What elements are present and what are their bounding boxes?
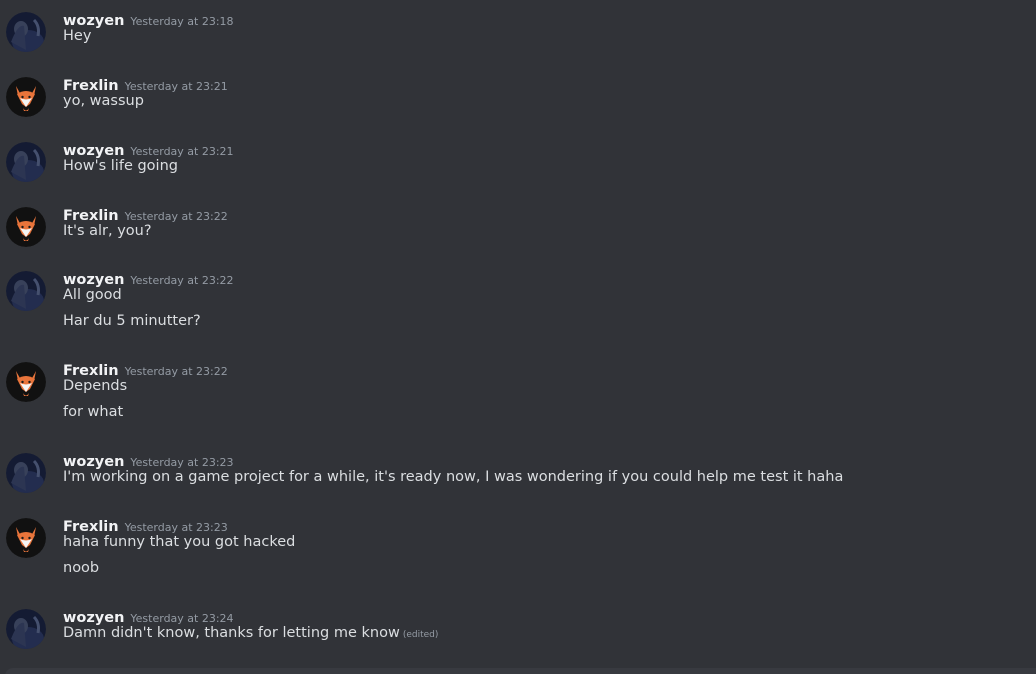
- edited-label: (edited): [402, 630, 439, 640]
- message-group: wozyen Yesterday at 23:21 How's life goin…: [0, 135, 1036, 185]
- message-text: It's alr, you?: [63, 223, 152, 239]
- message-group: wozyen Yesterday at 23:24 Damn didn't kno…: [0, 602, 1036, 652]
- message-text: yo, wassup: [63, 93, 144, 109]
- message-text: noob: [63, 560, 100, 576]
- message-text: All good: [63, 287, 122, 303]
- message-text: Depends: [63, 378, 128, 394]
- message-group: Frexlin Yesterday at 23:22 It's alr, you?: [0, 200, 1036, 250]
- message-group: wozyen Yesterday at 23:18 Hey: [0, 5, 1036, 55]
- wozyen-avatar[interactable]: [6, 271, 46, 311]
- message-text: for what: [63, 404, 124, 420]
- fox-avatar[interactable]: [6, 207, 46, 247]
- message-group: wozyen Yesterday at 23:22 All good Har du…: [0, 264, 1036, 340]
- message-text: haha funny that you got hacked: [63, 534, 296, 550]
- wozyen-avatar[interactable]: [6, 609, 46, 649]
- message-group: Frexlin Yesterday at 23:23 haha funny tha…: [0, 511, 1036, 587]
- message-text: Hey: [63, 28, 92, 44]
- timestamp[interactable]: Yesterday at 23:18: [130, 15, 233, 28]
- wozyen-avatar[interactable]: [6, 12, 46, 52]
- fox-avatar[interactable]: [6, 77, 46, 117]
- chat-messages: wozyen Yesterday at 23:18 Hey Frexlin Yest…: [0, 0, 1036, 674]
- message-text: I'm working on a game project for a whil…: [63, 469, 844, 485]
- timestamp[interactable]: Yesterday at 23:22: [130, 274, 233, 287]
- message-text: How's life going: [63, 158, 178, 174]
- wozyen-avatar[interactable]: [6, 453, 46, 493]
- message-text: Har du 5 minutter?: [63, 313, 201, 329]
- fox-avatar[interactable]: [6, 518, 46, 558]
- message-text-content: Damn didn't know, thanks for letting me …: [63, 625, 400, 641]
- message-group: Frexlin Yesterday at 23:22 Depends for wh…: [0, 355, 1036, 431]
- wozyen-avatar[interactable]: [6, 142, 46, 182]
- message-group: Frexlin Yesterday at 23:21 yo, wassup: [0, 70, 1036, 120]
- message-composer[interactable]: [5, 668, 1036, 674]
- message-text: Damn didn't know, thanks for letting me …: [63, 623, 438, 645]
- fox-avatar[interactable]: [6, 362, 46, 402]
- message-group: wozyen Yesterday at 23:23 I'm working on …: [0, 446, 1036, 496]
- timestamp[interactable]: Yesterday at 23:22: [125, 365, 228, 378]
